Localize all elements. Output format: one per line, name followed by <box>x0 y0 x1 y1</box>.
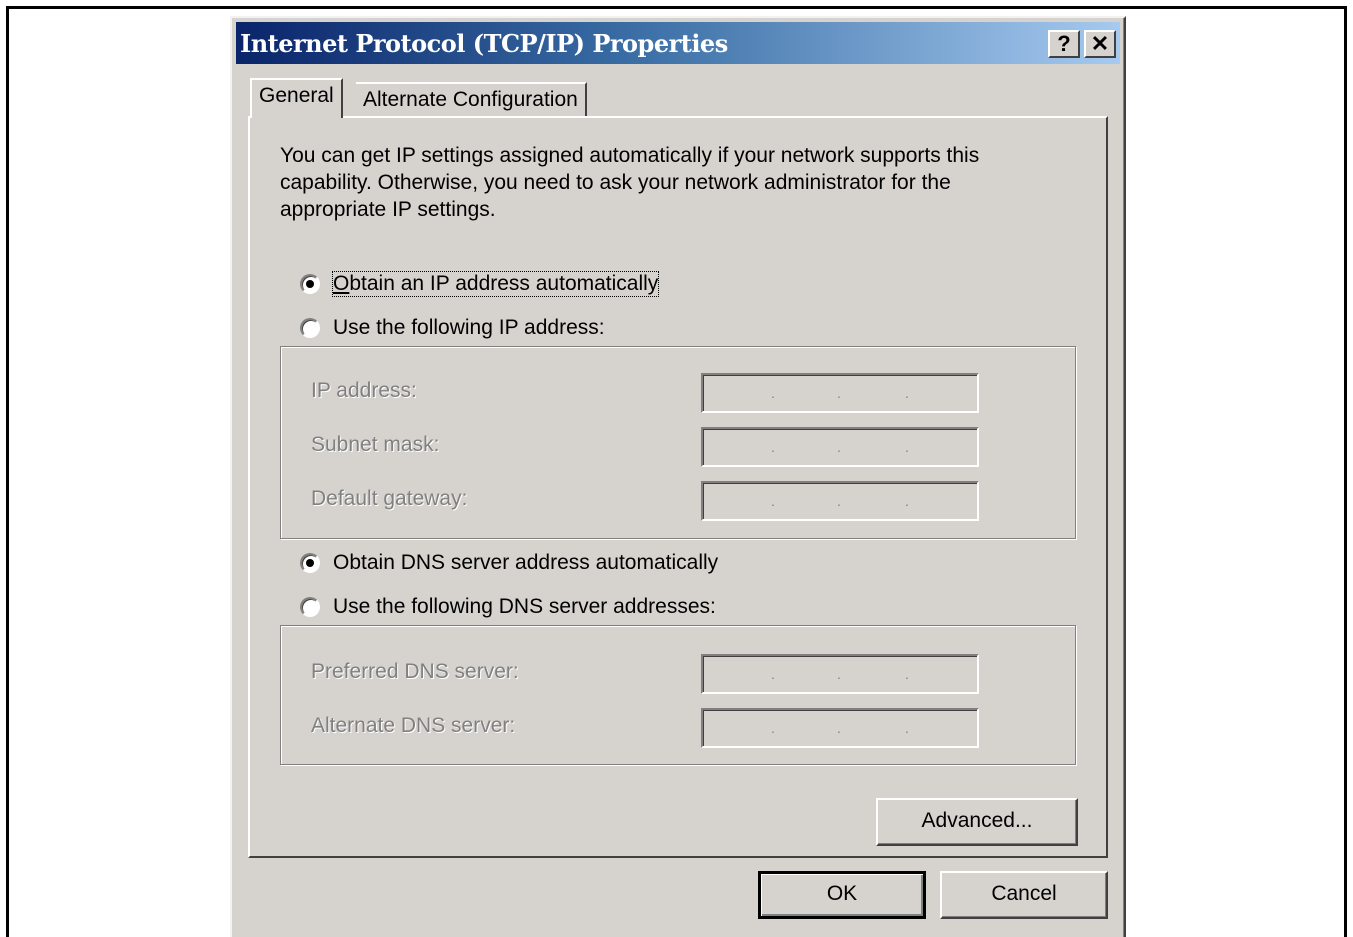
ok-button[interactable]: OK <box>758 871 926 919</box>
tab-general[interactable]: General <box>250 78 343 118</box>
obtain-dns-auto-label: Obtain DNS server address automatically <box>333 551 719 574</box>
help-button[interactable]: ? <box>1048 30 1080 58</box>
cancel-button[interactable]: Cancel <box>940 871 1108 919</box>
radio-icon-unchecked <box>300 597 320 617</box>
dns-settings-group: Preferred DNS server: ... Alternate DNS … <box>280 625 1076 765</box>
default-gateway-field[interactable]: ... <box>701 481 979 521</box>
use-following-dns-label: Use the following DNS server addresses: <box>333 595 716 618</box>
tab-alternate-configuration[interactable]: Alternate Configuration <box>356 82 587 118</box>
general-tab-panel: You can get IP settings assigned automat… <box>248 116 1108 858</box>
subnet-mask-label: Subnet mask: <box>311 433 440 456</box>
obtain-ip-auto-label: Obtain an IP address automatically <box>331 271 660 297</box>
advanced-button[interactable]: Advanced... <box>876 798 1078 846</box>
alternate-dns-field[interactable]: ... <box>701 708 979 748</box>
tcpip-properties-dialog: Internet Protocol (TCP/IP) Properties ? … <box>230 16 1126 937</box>
radio-icon-unchecked <box>300 318 320 338</box>
preferred-dns-label: Preferred DNS server: <box>311 660 519 683</box>
ip-address-label: IP address: <box>311 379 417 402</box>
intro-text: You can get IP settings assigned automat… <box>280 144 980 221</box>
tab-alternate-label: Alternate Configuration <box>363 88 578 111</box>
use-following-ip-label: Use the following IP address: <box>333 316 605 339</box>
title-bar[interactable]: Internet Protocol (TCP/IP) Properties ? … <box>236 22 1120 64</box>
preferred-dns-field[interactable]: ... <box>701 654 979 694</box>
window-title: Internet Protocol (TCP/IP) Properties <box>240 29 728 58</box>
use-following-dns-radio[interactable]: Use the following DNS server addresses: <box>300 595 722 619</box>
ok-button-label: OK <box>826 882 858 905</box>
default-gateway-label: Default gateway: <box>311 487 468 510</box>
obtain-dns-auto-radio[interactable]: Obtain DNS server address automatically <box>300 551 725 575</box>
close-button[interactable]: ✕ <box>1084 30 1116 58</box>
tab-general-label: General <box>259 84 334 107</box>
alternate-dns-label: Alternate DNS server: <box>311 714 516 737</box>
ip-settings-group: IP address: ... Subnet mask: ... Default… <box>280 346 1076 539</box>
radio-icon-checked <box>300 553 320 573</box>
advanced-button-label: Advanced... <box>921 809 1033 832</box>
help-icon: ? <box>1057 31 1071 56</box>
obtain-ip-auto-text: btain an IP address automatically <box>349 272 659 295</box>
radio-icon-checked <box>300 274 320 294</box>
ip-address-field[interactable]: ... <box>701 373 979 413</box>
close-icon: ✕ <box>1090 31 1110 56</box>
subnet-mask-field[interactable]: ... <box>701 427 979 467</box>
obtain-ip-auto-radio[interactable]: Obtain an IP address automatically <box>300 271 665 297</box>
cancel-button-label: Cancel <box>991 882 1057 905</box>
use-following-ip-radio[interactable]: Use the following IP address: <box>300 316 611 340</box>
